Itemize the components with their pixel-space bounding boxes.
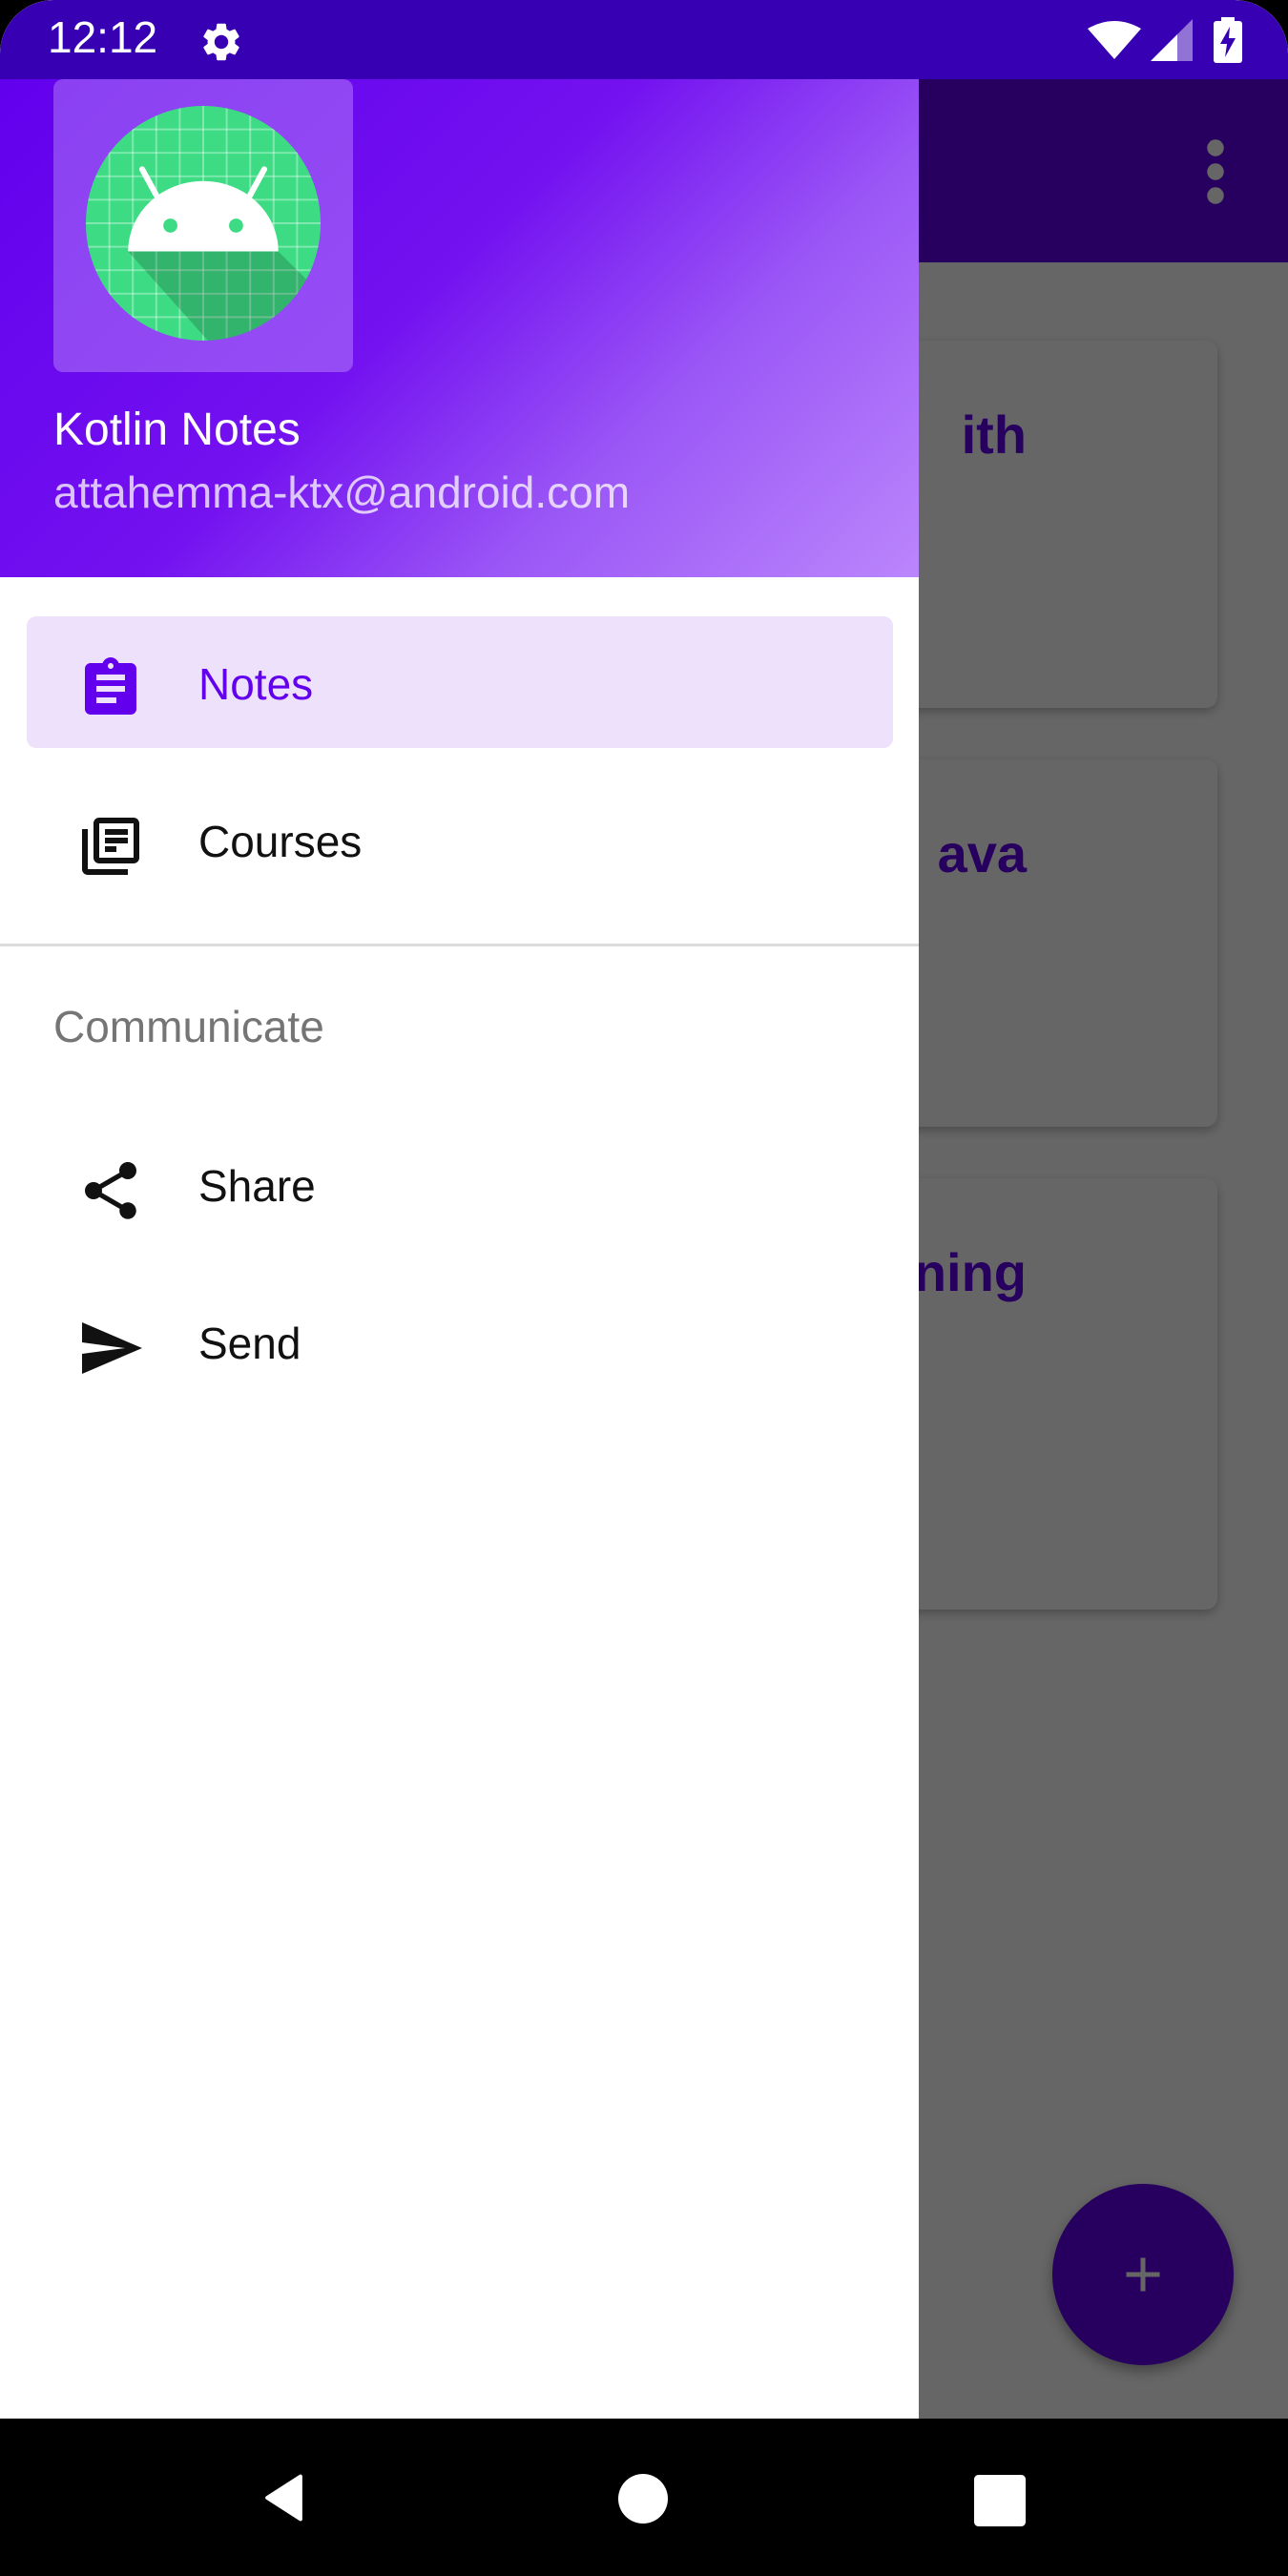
status-time: 12:12 [48,12,158,62]
drawer-email: attahemma-ktx@android.com [53,467,631,517]
assignment-icon [85,657,136,715]
drawer-item-label: Send [198,1319,301,1368]
drawer-item-label: Courses [198,817,363,866]
drawer-section-title: Communicate [53,1002,324,1051]
share-icon [85,1162,136,1219]
recent-apps-icon[interactable] [974,2475,1026,2526]
drawer-header: Kotlin Notes attahemma-ktx@android.com [0,79,919,577]
battery-charging-icon [1214,17,1242,63]
navigation-drawer: Kotlin Notes attahemma-ktx@android.com N… [0,79,919,2419]
avatar [53,79,353,372]
back-icon[interactable] [258,2469,315,2526]
screen: 12:12 ith ava [0,0,1288,2576]
drawer-item-notes[interactable]: Notes [27,616,893,748]
drawer-item-send[interactable]: Send [27,1276,893,1407]
drawer-item-courses[interactable]: Courses [27,774,893,905]
drawer-item-share[interactable]: Share [27,1118,893,1250]
drawer-item-label: Notes [198,659,314,709]
android-icon [86,106,321,341]
wifi-icon [1088,21,1141,59]
status-bar: 12:12 [0,0,1288,79]
system-nav-bar [0,2419,1288,2576]
drawer-item-label: Share [198,1161,316,1211]
drawer-app-name: Kotlin Notes [53,405,301,455]
home-icon[interactable] [618,2474,668,2524]
cellular-icon [1151,19,1193,61]
drawer-divider [0,944,919,946]
library-books-icon [82,818,139,875]
send-icon [82,1322,142,1374]
gear-icon [203,23,239,61]
